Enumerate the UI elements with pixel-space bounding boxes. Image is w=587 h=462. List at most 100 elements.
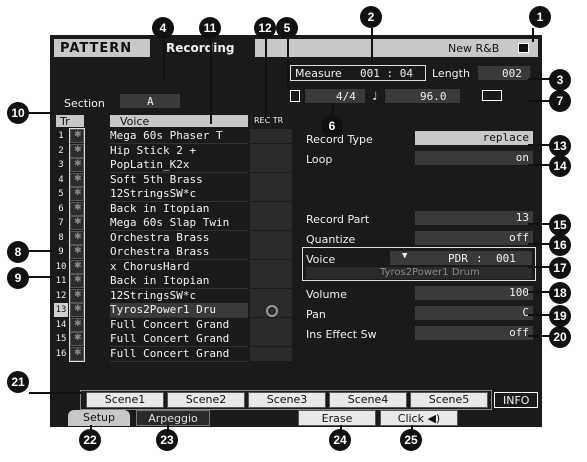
click-pattern-icon[interactable] [482,90,502,101]
rec-track-cell[interactable] [250,288,292,304]
track-voice-name[interactable]: Tyros2Power1 Dru [110,303,248,318]
length-label: Length [432,67,470,80]
info-button-label: INFO [503,394,530,407]
track-number: 6 [58,203,64,214]
rec-track-cell[interactable] [250,187,292,202]
track-voice-name[interactable]: Orchestra Brass [110,230,248,246]
ins-effect-field[interactable]: off [415,326,533,340]
callout-leader-line [528,243,550,245]
callout-leader-line [163,39,165,81]
callout-marker: 14 [549,155,571,177]
callout-marker: 23 [156,429,178,451]
track-voice-name[interactable]: Hip Stick 2 + [110,143,248,159]
track-voice-name[interactable]: 12StringsSW*c [110,288,248,304]
rec-track-cell[interactable] [250,346,292,362]
tr-header-text: Tr [60,115,70,128]
length-value: 002 [502,67,522,80]
callout-leader-line [210,39,212,124]
record-part-field[interactable]: 13 [415,211,533,225]
scene-button-5[interactable]: Scene5 [410,392,488,408]
callout-marker: 15 [549,214,571,236]
rec-track-cell[interactable] [250,332,292,347]
pan-field[interactable]: C [415,306,533,320]
tempo-note-icon: ♩ [371,89,379,103]
pattern-name: New R&B [448,42,500,55]
callout-leader-line [332,104,334,115]
track-voice-name[interactable]: Back in Itopian [110,201,248,217]
tab-setup[interactable]: Setup [68,410,130,426]
track-voice-name[interactable]: x ChorusHard [110,259,248,275]
scene-button-2[interactable]: Scene2 [167,392,245,408]
time-signature-field[interactable] [305,89,365,103]
header-menu-icon[interactable] [518,43,529,53]
track-number: 15 [55,334,67,344]
callout-leader-line [528,223,550,225]
track-number: 13 [54,303,68,317]
track-number: 16 [55,348,67,359]
track-led-column-frame [69,128,85,362]
rec-track-cell[interactable] [250,129,292,144]
track-voice-name[interactable]: Mega 60s Slap Twin [110,216,248,231]
track-voice-name[interactable]: Full Concert Grand [110,317,248,333]
callout-leader-line [528,314,550,316]
rec-track-cell[interactable] [250,158,292,173]
callout-leader-line [528,100,550,102]
voice-dropdown-icon[interactable]: ▼ [402,252,407,261]
callout-leader-line [528,78,550,80]
voice-name: Tyros2Power1 Drum [380,267,480,278]
rec-track-cell[interactable] [250,172,292,188]
rec-track-cell[interactable] [250,143,292,159]
callout-marker: 22 [79,429,101,451]
click-button[interactable]: Click ◀) [380,410,458,426]
scene-button-1[interactable]: Scene1 [86,392,164,408]
pan-label: Pan [306,308,326,321]
track-voice-name[interactable]: Orchestra Brass [110,245,248,260]
record-part-label: Record Part [306,213,370,226]
callout-marker: 25 [400,429,422,451]
rec-track-cell[interactable] [250,201,292,217]
tab-arpeggio[interactable]: Arpeggio [136,410,210,426]
volume-field[interactable]: 100 [415,286,533,300]
rec-track-cell[interactable] [250,274,292,289]
rec-track-cell[interactable] [250,303,292,318]
track-voice-name[interactable]: Full Concert Grand [110,346,248,362]
voice-bank: PDR [448,252,468,265]
track-number: 8 [58,232,64,243]
track-voice-name[interactable]: Mega 60s Phaser T [110,129,248,144]
mode-label: PATTERN [60,41,133,56]
track-voice-name[interactable]: PopLatin_K2x [110,158,248,173]
rec-track-cell[interactable] [250,245,292,260]
time-signature-icon [290,90,300,102]
callout-leader-line [29,392,81,394]
callout-leader-line [287,39,289,91]
track-voice-name[interactable]: Back in Itopian [110,274,248,289]
quantize-label: Quantize [306,233,356,246]
callout-marker: 24 [329,429,351,451]
track-number: 1 [58,131,64,141]
erase-button[interactable]: Erase [298,410,376,426]
section-value: A [147,95,154,108]
rec-track-cell[interactable] [250,259,292,275]
quantize-field[interactable]: off [415,231,533,245]
track-number: 10 [55,261,67,272]
track-number: 12 [55,290,67,301]
track-voice-name[interactable]: Full Concert Grand [110,332,248,347]
track-voice-name[interactable]: 12StringsSW*c [110,187,248,202]
record-type-field[interactable]: replace [415,131,533,145]
rec-track-cell[interactable] [250,216,292,231]
scene-button-3[interactable]: Scene3 [248,392,326,408]
callout-marker: 6 [321,115,343,137]
callout-leader-line [371,28,373,64]
track-number: 7 [58,218,64,228]
rec-track-cell[interactable] [250,317,292,333]
rec-track-cell[interactable] [250,230,292,246]
track-number: 11 [55,276,67,286]
scene-button-4[interactable]: Scene4 [329,392,407,408]
callout-marker: 17 [549,257,571,279]
lcd-screen: PATTERN Recording New R&B Measure 001 : … [50,35,542,427]
callout-leader-line [265,39,267,119]
loop-field[interactable]: on [415,151,533,165]
callout-leader-line [532,28,534,42]
track-voice-name[interactable]: Soft 5th Brass [110,172,248,188]
track-number: 9 [58,247,64,257]
